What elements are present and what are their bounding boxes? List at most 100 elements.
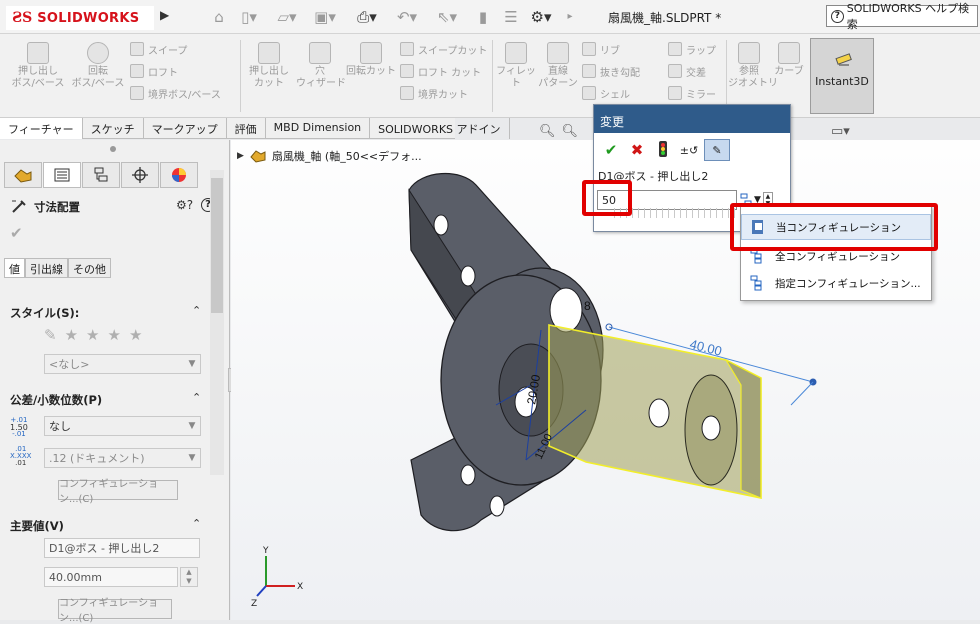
add-style-icon[interactable]: ★ bbox=[65, 326, 78, 344]
value-spin-buttons[interactable]: ▲ ▼ bbox=[180, 567, 198, 587]
rebuild-icon[interactable]: ▮ bbox=[474, 8, 492, 26]
hole-wizard-icon bbox=[309, 42, 331, 64]
save-icon[interactable]: ▣▾ bbox=[312, 8, 338, 26]
zoom-area-icon[interactable]: 🔍︎ bbox=[562, 124, 579, 139]
rib-button[interactable]: リブ bbox=[582, 38, 662, 60]
fillet-button[interactable]: フィレット bbox=[496, 42, 536, 90]
tab-markup[interactable]: マークアップ bbox=[144, 118, 227, 139]
print-icon[interactable]: ⎙▾ bbox=[354, 8, 380, 26]
upper-hole-2 bbox=[460, 265, 476, 287]
menu-item-specify-configurations[interactable]: 指定コンフィギュレーション... bbox=[741, 270, 931, 296]
tolerance-dropdown[interactable]: なし ▼ bbox=[44, 416, 201, 436]
menu-expand-icon[interactable]: ▶ bbox=[160, 8, 169, 22]
mirror-label: ミラー bbox=[686, 89, 716, 101]
precision-dropdown[interactable]: .12 (ドキュメント) ▼ bbox=[44, 448, 201, 468]
help-search-box[interactable]: ? SOLIDWORKS ヘルプ検索 bbox=[826, 2, 978, 31]
primary-dimension-value[interactable]: 40.00mm bbox=[44, 567, 178, 587]
sweep-cut-button[interactable]: スイープカット bbox=[400, 38, 495, 60]
options-gear-icon[interactable]: ⚙▾ bbox=[528, 8, 554, 26]
select-icon[interactable]: ⇖▾ bbox=[434, 8, 460, 26]
value-thumbwheel[interactable] bbox=[614, 208, 738, 218]
tab-evaluate[interactable]: 評価 bbox=[227, 118, 266, 139]
ok-check-icon[interactable]: ✔ bbox=[10, 224, 23, 242]
sweep-label: スイープ bbox=[148, 45, 188, 57]
linear-pattern-button[interactable]: 直線 パターン bbox=[538, 42, 578, 90]
collapse-caret-icon[interactable]: ⌃ bbox=[192, 517, 201, 530]
boundary-cut-button[interactable]: 境界カット bbox=[400, 82, 495, 104]
scrollbar-thumb[interactable] bbox=[211, 178, 223, 313]
dimension-8[interactable]: 8 bbox=[584, 299, 591, 313]
configuration-manager-tab[interactable] bbox=[82, 162, 120, 188]
new-document-icon[interactable]: ▯▾ bbox=[236, 8, 262, 26]
subtab-other[interactable]: その他 bbox=[68, 258, 111, 278]
collapse-caret-icon[interactable]: ⌃ bbox=[192, 391, 201, 404]
appearance-ball-icon bbox=[172, 168, 186, 182]
extrude-cut-button[interactable]: 押し出し カット bbox=[244, 42, 294, 90]
manager-tabs bbox=[0, 162, 230, 188]
intersect-button[interactable]: 交差 bbox=[668, 60, 728, 82]
whats-wrong-icon[interactable]: ⚙? bbox=[176, 198, 193, 212]
primary-dimension-name[interactable]: D1@ボス - 押し出し2 bbox=[44, 538, 200, 558]
apply-style-icon[interactable]: ✎ bbox=[44, 326, 57, 344]
extrude-boss-button[interactable]: 押し出し ボス/ベース bbox=[10, 42, 66, 90]
revolve-cut-label: 回転カット bbox=[346, 66, 396, 77]
separator bbox=[240, 40, 241, 112]
panel-grip[interactable] bbox=[110, 146, 116, 152]
wrap-button[interactable]: ラップ bbox=[668, 38, 728, 60]
style-icons-row: ✎ ★ ★ ★ ★ bbox=[44, 326, 142, 344]
linear-pattern-icon bbox=[547, 42, 569, 64]
save-style-icon[interactable]: ★ bbox=[107, 326, 120, 344]
tab-addins[interactable]: SOLIDWORKS アドイン bbox=[370, 118, 510, 139]
open-folder-icon[interactable]: ▱▾ bbox=[274, 8, 300, 26]
loft-cut-icon bbox=[400, 64, 414, 78]
dimxpert-tab[interactable] bbox=[121, 162, 159, 188]
shell-button[interactable]: シェル bbox=[582, 82, 662, 104]
hole-wizard-button[interactable]: 穴 ウィザード bbox=[296, 42, 346, 90]
style-section-header: スタイル(S): bbox=[10, 306, 80, 320]
highlight-value-input bbox=[582, 180, 632, 216]
monitor-display-icon[interactable]: ▭▾ bbox=[831, 124, 850, 139]
zoom-to-fit-icon[interactable]: 🔍︎ bbox=[539, 124, 556, 139]
highlight-this-configuration bbox=[730, 203, 938, 251]
home-icon[interactable]: ⌂ bbox=[210, 8, 228, 26]
sweep-cut-label: スイープカット bbox=[418, 45, 488, 57]
mirror-button[interactable]: ミラー bbox=[668, 82, 728, 104]
help-search-label: SOLIDWORKS ヘルプ検索 bbox=[846, 2, 970, 31]
boundary-boss-button[interactable]: 境界ボス/ベース bbox=[130, 82, 240, 104]
feature-manager-tab[interactable] bbox=[4, 162, 42, 188]
collapse-caret-icon[interactable]: ⌃ bbox=[192, 304, 201, 317]
revolve-cut-button[interactable]: 回転カット bbox=[346, 42, 396, 78]
tab-mbd-dimension[interactable]: MBD Dimension bbox=[266, 118, 371, 139]
cancel-x-icon[interactable]: ✖ bbox=[626, 141, 648, 159]
load-style-icon[interactable]: ★ bbox=[129, 326, 142, 344]
toolbar-more-icon[interactable]: ▸ bbox=[564, 8, 576, 26]
tab-sketch[interactable]: スケッチ bbox=[83, 118, 144, 139]
mark-dimension-icon[interactable]: ✎ bbox=[704, 139, 730, 161]
undo-icon[interactable]: ↶▾ bbox=[394, 8, 420, 26]
solidworks-logo[interactable]: ƧS SOLIDWORKS bbox=[6, 6, 154, 30]
display-manager-tab[interactable] bbox=[160, 162, 198, 188]
primary-configurations-button[interactable]: コンフィギュレーション...(C) bbox=[58, 598, 172, 624]
instant3d-button[interactable]: Instant3D bbox=[810, 38, 874, 114]
file-properties-icon[interactable]: ☰ bbox=[502, 8, 520, 26]
tab-features[interactable]: フィーチャー bbox=[0, 118, 83, 139]
rib-icon bbox=[582, 42, 596, 56]
boundary-cut-icon bbox=[400, 86, 414, 100]
delete-style-icon[interactable]: ★ bbox=[86, 326, 99, 344]
ref-geometry-button[interactable]: 参照 ジオメトリ bbox=[728, 42, 778, 90]
reverse-sense-icon[interactable]: ±↺ bbox=[678, 144, 700, 157]
revolve-boss-button[interactable]: 回転 ボス/ベース bbox=[70, 42, 126, 90]
loft-cut-button[interactable]: ロフト カット bbox=[400, 60, 495, 82]
loft-button[interactable]: ロフト bbox=[130, 60, 240, 82]
modify-toolbar: ✔ ✖ ±↺ ✎ bbox=[594, 133, 790, 167]
subtab-value[interactable]: 値 bbox=[4, 258, 25, 278]
curves-button[interactable]: カーブ bbox=[772, 42, 806, 78]
style-dropdown[interactable]: <なし> ▼ bbox=[44, 354, 201, 374]
rebuild-traffic-light-icon[interactable] bbox=[652, 140, 674, 160]
sweep-button[interactable]: スイープ bbox=[130, 38, 240, 60]
subtab-leaders[interactable]: 引出線 bbox=[25, 258, 68, 278]
ok-check-icon[interactable]: ✔ bbox=[600, 141, 622, 159]
tolerance-configurations-button[interactable]: コンフィギュレーション...(C) bbox=[58, 479, 178, 505]
draft-button[interactable]: 抜き勾配 bbox=[582, 60, 662, 82]
property-manager-tab[interactable] bbox=[43, 162, 81, 188]
